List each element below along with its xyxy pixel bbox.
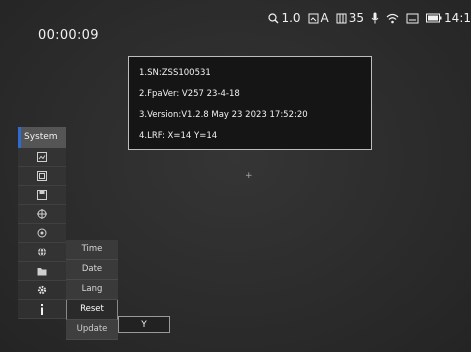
center-crosshair: +	[245, 171, 253, 181]
sidebar-item-image[interactable]	[18, 148, 66, 167]
info-sn: 1.SN:ZSS100531	[139, 68, 211, 78]
info-icon	[41, 303, 43, 315]
target-icon	[37, 228, 47, 238]
sidebar-item-info[interactable]	[18, 300, 66, 319]
clock-value: 14:1	[444, 11, 471, 25]
device-info-panel: 1.SN:ZSS100531 2.FpaVer: V257 23-4-18 3.…	[128, 56, 372, 150]
storage-icon	[406, 13, 419, 23]
sidebar-title-system[interactable]: System	[18, 127, 66, 148]
mode-indicator: A	[308, 11, 329, 25]
system-sidebar: System	[18, 127, 66, 319]
image-icon	[37, 152, 47, 162]
sidebar-item-palette[interactable]	[18, 167, 66, 186]
battery-icon	[426, 13, 442, 23]
battery-time: 14:1	[426, 11, 471, 25]
info-fpa-version: 2.FpaVer: V257 23-4-18	[139, 89, 240, 99]
image-mode-icon	[308, 13, 319, 23]
submenu-item-update[interactable]: Update	[66, 320, 118, 340]
recording-timer: 00:00:09	[38, 28, 99, 43]
mic-icon	[371, 12, 379, 24]
submenu-item-time[interactable]: Time	[66, 240, 118, 260]
save-icon	[37, 190, 47, 200]
folder-icon	[37, 267, 47, 275]
reset-value-field[interactable]: Y	[118, 316, 170, 333]
zoom-value: 1.0	[281, 11, 301, 25]
sidebar-item-globe[interactable]	[18, 243, 66, 262]
mode-value: A	[320, 11, 329, 25]
sidebar-item-save[interactable]	[18, 186, 66, 205]
zoom-indicator: 1.0	[268, 11, 301, 25]
system-submenu: Time Date Lang Reset Update	[66, 240, 118, 340]
info-firmware-version: 3.Version:V1.2.8 May 23 2023 17:52:20	[139, 110, 308, 120]
sidebar-item-folder[interactable]	[18, 262, 66, 281]
sidebar-item-target[interactable]	[18, 224, 66, 243]
submenu-item-date[interactable]: Date	[66, 260, 118, 280]
wifi-icon	[386, 13, 399, 23]
submenu-item-reset[interactable]: Reset	[66, 300, 118, 320]
zoom-icon	[268, 12, 279, 23]
info-lrf: 4.LRF: X=14 Y=14	[139, 131, 218, 141]
gear-icon	[37, 285, 47, 295]
viewfinder-screen: 1.0 A 35 14:1 00:00:09 1.SN:ZSS100531 2.…	[0, 0, 471, 352]
count-indicator: 35	[336, 11, 364, 25]
card-icon	[336, 13, 347, 23]
submenu-item-lang[interactable]: Lang	[66, 280, 118, 300]
crosshair-settings-icon	[37, 209, 47, 219]
globe-icon	[38, 247, 46, 257]
sidebar-item-settings[interactable]	[18, 281, 66, 300]
count-value: 35	[348, 11, 365, 25]
palette-icon	[37, 171, 47, 181]
status-bar: 1.0 A 35 14:1	[251, 6, 471, 30]
sidebar-item-reticle[interactable]	[18, 205, 66, 224]
